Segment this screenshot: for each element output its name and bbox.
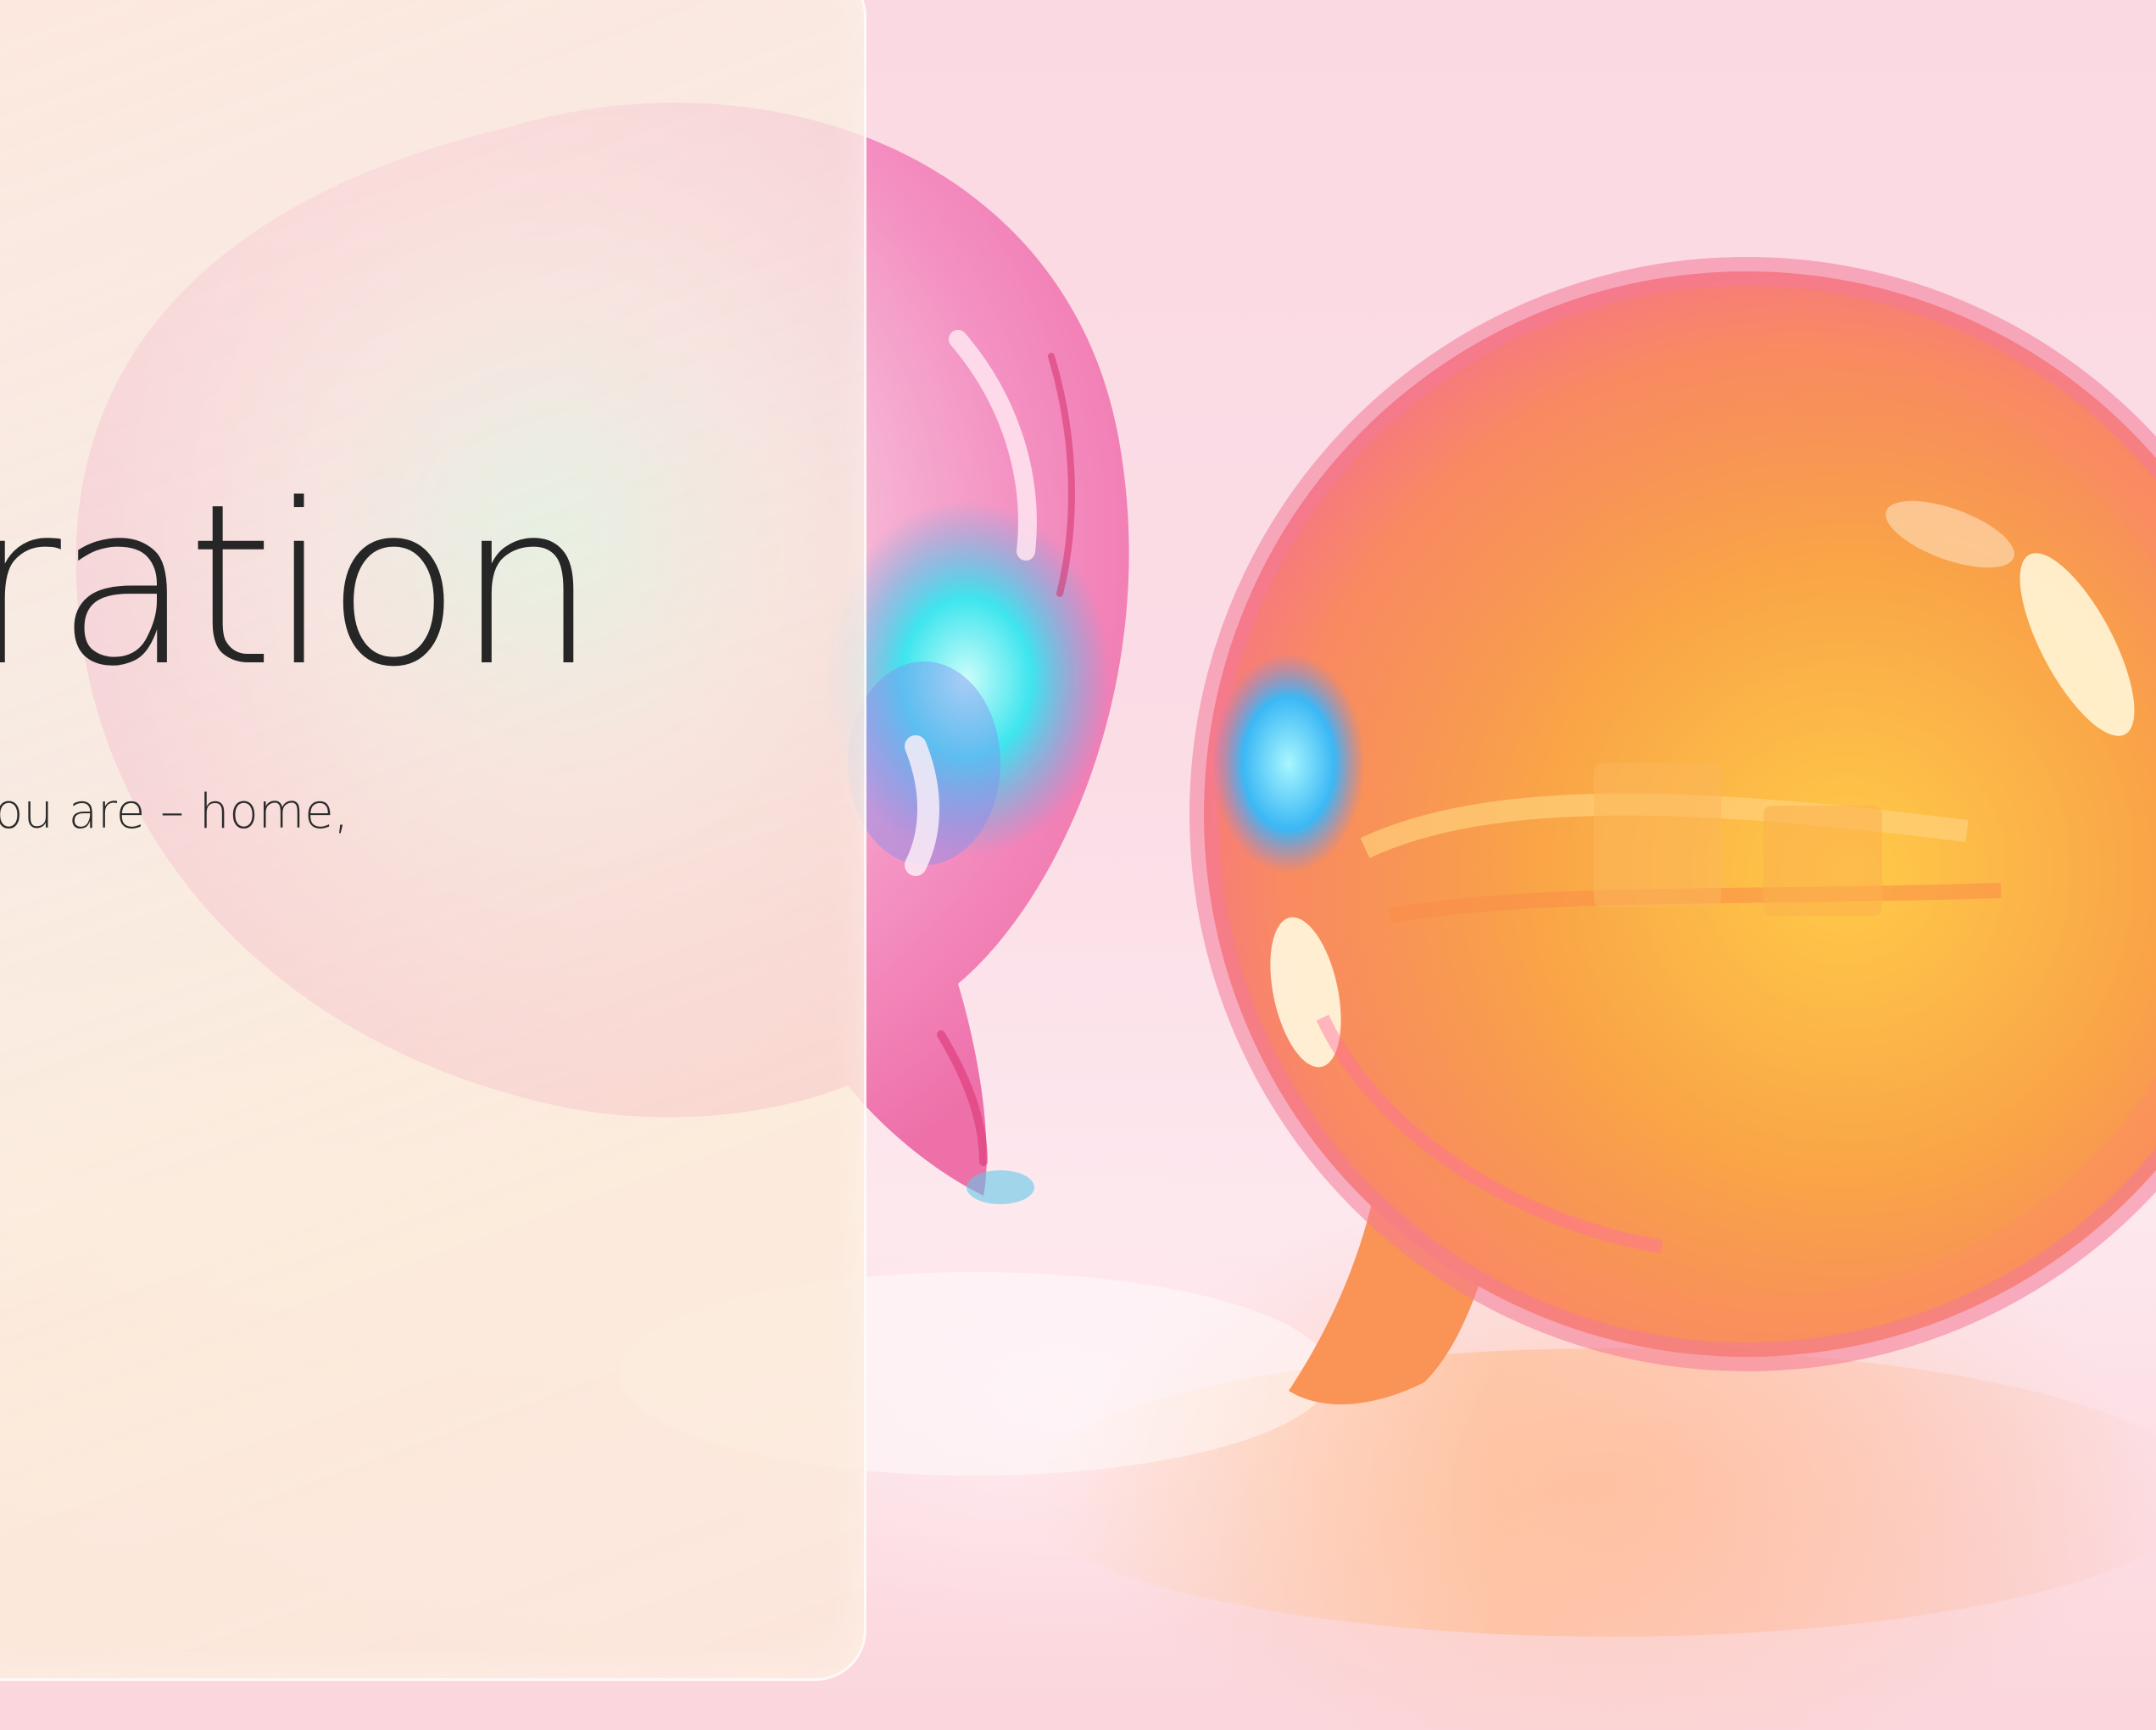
slide-subtitle: you are – home,: [0, 784, 349, 840]
orange-bubble: [1189, 257, 2156, 1405]
slide-title: oration: [0, 456, 597, 715]
glass-text-panel: [0, 0, 866, 1681]
slide-canvas: oration you are – home,: [0, 0, 2156, 1730]
